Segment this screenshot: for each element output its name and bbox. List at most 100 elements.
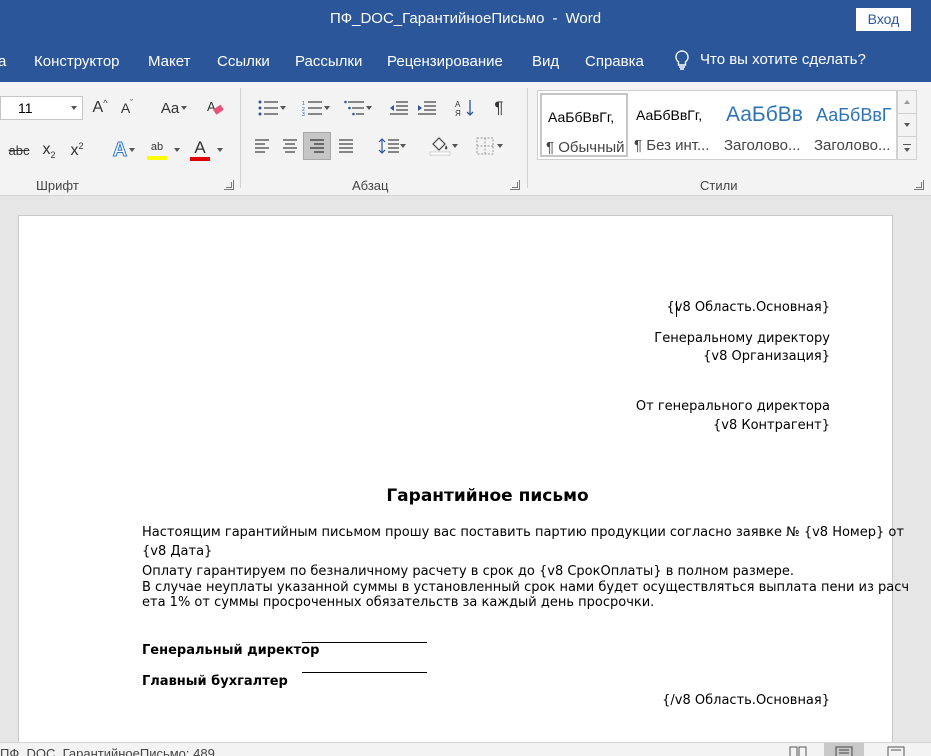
style-sample: АаБбВв [726, 103, 803, 126]
up-caret-icon: ^ [103, 98, 108, 108]
tab-home-partial[interactable]: а [0, 53, 6, 70]
styles-dialog-launcher[interactable] [914, 180, 924, 190]
font-dialog-launcher[interactable] [224, 180, 234, 190]
style-sample: АаБбВвГг, [548, 109, 615, 125]
tell-me-label: Что вы хотите сделать? [700, 50, 866, 68]
superscript-icon: x2 [70, 141, 83, 160]
font-color-icon: A [194, 138, 206, 157]
chevron-down-icon [497, 144, 503, 148]
region-close-tag: {/v8 Область.Основная} [662, 693, 830, 708]
strikethrough-icon: abc [8, 142, 30, 158]
chevron-down-icon [366, 106, 372, 110]
change-case-button[interactable]: Aa [151, 96, 189, 120]
tab-review[interactable]: Рецензирование [387, 53, 503, 70]
tab-references[interactable]: Ссылки [217, 53, 270, 70]
clear-formatting-button[interactable]: A [203, 96, 227, 120]
multilevel-list-icon [344, 100, 364, 116]
document-name: ПФ_DOC_ГарантийноеПисьмо [329, 10, 545, 27]
body-line: Оплату гарантируем по безналичному расче… [142, 564, 794, 579]
web-layout-button[interactable] [876, 743, 916, 756]
document-page[interactable]: {v8 Область.Основная} Генеральному дирек… [18, 215, 909, 755]
style-normal[interactable]: АаБбВвГг, ¶ Обычный [540, 93, 628, 157]
grow-font-icon: A [92, 99, 104, 116]
paragraph-dialog-launcher[interactable] [510, 180, 520, 190]
font-color-button[interactable]: A [187, 136, 225, 164]
bullets-button[interactable] [250, 96, 288, 120]
text-effects-button[interactable]: A [103, 138, 137, 162]
chevron-down-icon [280, 106, 286, 110]
font-size-select[interactable]: 11 [0, 96, 83, 120]
highlight-button[interactable]: ab [144, 136, 182, 164]
document-title: Гарантийное письмо [386, 486, 589, 506]
line-spacing-button[interactable] [370, 134, 408, 158]
recipient-position: Генеральному директору [654, 331, 830, 346]
app-name: Word [565, 10, 602, 27]
chevron-up-icon [904, 100, 910, 104]
decrease-indent-button[interactable] [385, 96, 411, 120]
shrink-font-icon: A [120, 100, 131, 116]
chevron-down-icon [452, 144, 458, 148]
grow-font-button[interactable]: A ^ [90, 96, 110, 120]
sort-button[interactable]: AЯ [452, 96, 478, 120]
status-text: ПФ_DOC_ГарантийноеПисьмо: 489 [0, 746, 215, 756]
login-button[interactable]: Вход [856, 8, 911, 31]
decrease-indent-icon [390, 101, 408, 115]
style-name: ¶ Обычный [546, 139, 625, 156]
read-mode-button[interactable] [778, 743, 818, 756]
tell-me-search[interactable]: Что вы хотите сделать? [674, 50, 866, 70]
justify-button[interactable] [334, 134, 358, 158]
body-line: В случае неуплаты указанной суммы в уста… [142, 580, 910, 595]
tab-layout[interactable]: Макет [148, 53, 190, 70]
align-left-button[interactable] [250, 134, 274, 158]
ribbon: 11 A ^ Aˇ Aa A abc x2 x2 A ab A Шрифт 123… [0, 82, 931, 196]
styles-group-label: Стили [700, 178, 738, 193]
style-name: Заголово... [724, 137, 801, 154]
more-styles-button[interactable] [898, 137, 916, 160]
tab-mailings[interactable]: Рассылки [295, 53, 362, 70]
body-line: {v8 Дата} [142, 544, 213, 559]
change-case-icon: Aa [160, 99, 180, 117]
line-spacing-icon [378, 138, 399, 154]
window-title: ПФ_DOC_ГарантийноеПисьмо - Word [0, 10, 931, 27]
increase-indent-icon [418, 101, 436, 115]
bullets-icon [258, 100, 278, 116]
borders-button[interactable] [465, 134, 505, 158]
group-divider [527, 88, 528, 188]
superscript-mark: 2 [78, 140, 84, 151]
scroll-up-button[interactable] [898, 91, 916, 114]
recipient-organization: {v8 Организация} [703, 349, 830, 364]
page-icon [835, 746, 853, 756]
increase-indent-button[interactable] [413, 96, 439, 120]
style-heading-2[interactable]: АаБбВвГ Заголово... [810, 93, 898, 157]
numbering-button[interactable]: 123 [294, 96, 332, 120]
superscript-button[interactable]: x2 [66, 138, 88, 162]
style-heading-1[interactable]: АаБбВв Заголово... [720, 93, 808, 157]
style-sample: АаБбВвГг, [636, 107, 703, 123]
multilevel-list-button[interactable] [336, 96, 374, 120]
align-left-icon [255, 139, 269, 153]
document-area: {v8 Область.Основная} Генеральному дирек… [0, 197, 931, 755]
subscript-button[interactable]: x2 [38, 138, 60, 162]
ribbon-tabs: а Конструктор Макет Ссылки Рассылки Реце… [0, 40, 931, 82]
show-marks-button[interactable]: ¶ [486, 96, 512, 120]
style-no-spacing[interactable]: АаБбВвГг, ¶ Без инт... [630, 93, 718, 157]
tab-view[interactable]: Вид [532, 53, 559, 70]
text-effects-icon: A [112, 138, 128, 161]
lightbulb-icon [675, 50, 689, 70]
align-center-button[interactable] [278, 134, 302, 158]
tab-design[interactable]: Конструктор [34, 53, 120, 70]
align-right-button[interactable] [303, 132, 331, 160]
chevron-down-icon [904, 123, 910, 127]
print-layout-button[interactable] [824, 743, 864, 756]
shading-button[interactable] [420, 134, 460, 158]
chevron-down-icon [217, 148, 223, 152]
tab-help[interactable]: Справка [585, 53, 644, 70]
scroll-down-button[interactable] [898, 114, 916, 137]
chevron-down-icon [400, 144, 406, 148]
chevron-down-icon [71, 106, 77, 110]
font-size-value: 11 [18, 100, 33, 116]
strikethrough-button[interactable]: abc [6, 138, 32, 162]
borders-icon [476, 137, 494, 155]
shrink-font-button[interactable]: Aˇ [117, 96, 137, 120]
chevron-down-icon [324, 106, 330, 110]
